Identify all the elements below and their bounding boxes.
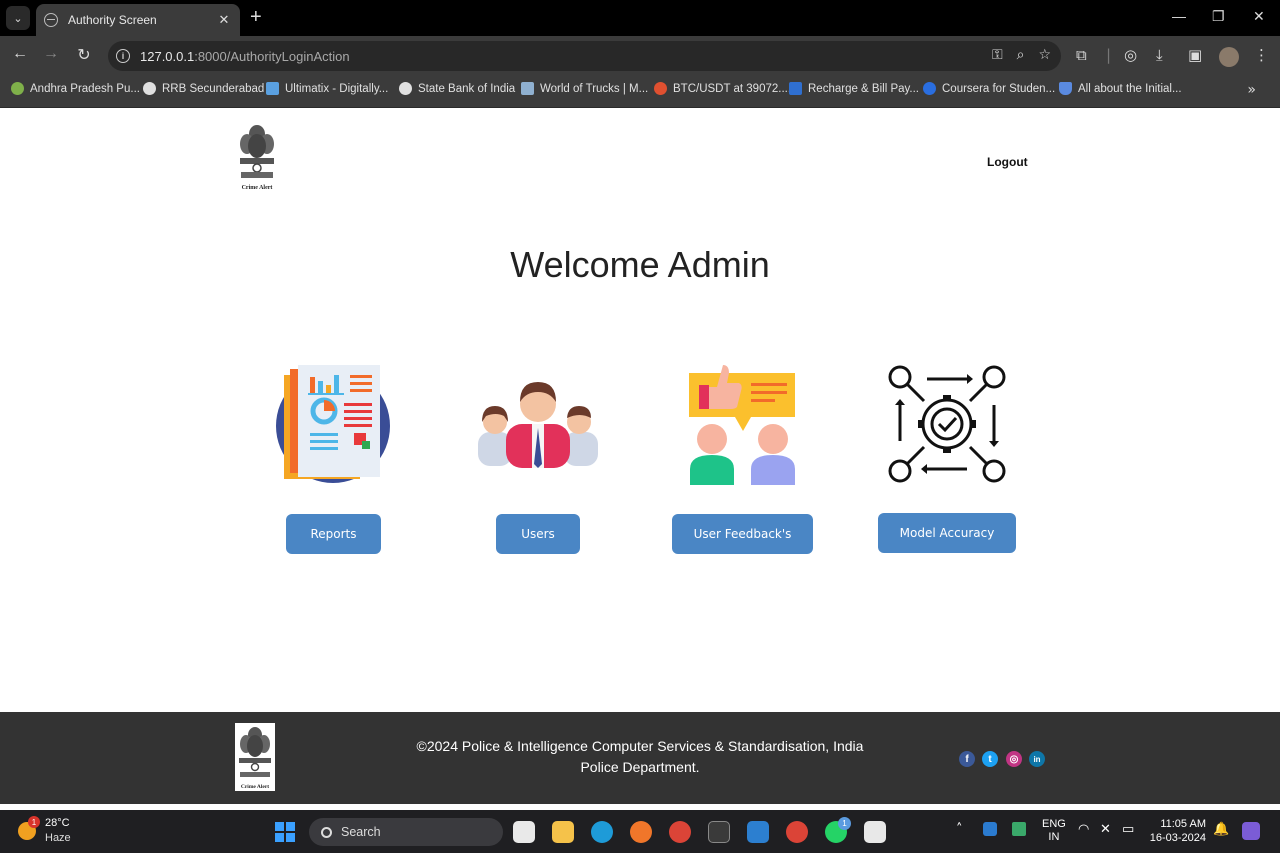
taskbar-search[interactable]: Search xyxy=(309,818,503,846)
back-button[interactable]: ← xyxy=(9,45,31,63)
feedback-icon xyxy=(689,365,795,485)
reports-icon xyxy=(276,365,390,483)
users-icon xyxy=(478,382,598,468)
svg-text:Crime Alert: Crime Alert xyxy=(242,185,273,191)
twitter-icon[interactable]: t xyxy=(982,751,998,767)
wifi-icon[interactable]: ◠ xyxy=(1078,822,1089,837)
toolbar-divider: | xyxy=(1106,46,1112,64)
firefox-icon[interactable] xyxy=(630,821,652,843)
profile-avatar[interactable] xyxy=(1219,47,1239,67)
vscode-icon[interactable] xyxy=(747,821,769,843)
browser-tab-strip: ⌄ Authority Screen ✕ + — ❐ ✕ xyxy=(0,0,1280,36)
bookmark-favicon-icon xyxy=(654,82,667,95)
extensions-icon[interactable]: ⧉ xyxy=(1076,46,1087,64)
bookmark-favicon-icon xyxy=(266,82,279,95)
new-tab-button[interactable]: + xyxy=(250,7,262,27)
password-key-icon[interactable]: ⚿ xyxy=(992,47,1003,63)
bookmark-item[interactable]: All about the Initial... xyxy=(1059,82,1182,95)
edge-icon[interactable] xyxy=(591,821,613,843)
search-label: Search xyxy=(341,825,381,839)
bookmark-item[interactable]: Ultimatix - Digitally... xyxy=(266,82,388,95)
volume-muted-icon[interactable]: ✕ xyxy=(1100,822,1111,837)
close-window-button[interactable]: ✕ xyxy=(1253,8,1265,25)
linkedin-icon[interactable]: in xyxy=(1029,751,1045,767)
bookmark-favicon-icon xyxy=(11,82,24,95)
bookmark-star-icon[interactable]: ☆ xyxy=(1038,47,1051,63)
download-icon[interactable]: ⤓ xyxy=(1156,46,1163,64)
globe-icon xyxy=(44,13,58,27)
model-accuracy-button[interactable]: Model Accuracy xyxy=(878,513,1016,553)
terminal-icon[interactable] xyxy=(708,821,730,843)
search-icon xyxy=(321,826,332,838)
store-icon[interactable] xyxy=(513,821,535,843)
bookmark-favicon-icon xyxy=(143,82,156,95)
bookmark-item[interactable]: Recharge & Bill Pay... xyxy=(789,82,919,95)
reload-button[interactable]: ↻ xyxy=(73,45,95,65)
more-bookmarks-icon[interactable]: » xyxy=(1247,82,1256,98)
menu-icon[interactable]: ⋮ xyxy=(1254,46,1269,64)
forward-button[interactable]: → xyxy=(40,45,62,63)
bookmark-item[interactable]: State Bank of India xyxy=(399,82,515,95)
page-content: Crime Alert Logout Welcome Admin Reports… xyxy=(0,108,1280,712)
footer-emblem-logo: Crime Alert xyxy=(235,723,275,791)
url-host: 127.0.0.1 xyxy=(140,48,195,64)
bookmarks-bar: Andhra Pradesh Pu... RRB Secunderabad Ul… xyxy=(0,76,1280,108)
url-path: :8000/AuthorityLoginAction xyxy=(194,48,350,64)
whatsapp-badge: 1 xyxy=(838,817,851,830)
copilot-icon[interactable] xyxy=(1242,822,1260,840)
active-tab[interactable]: Authority Screen ✕ xyxy=(36,4,240,36)
system-clock[interactable]: 11:05 AM 16-03-2024 xyxy=(1146,817,1206,845)
performance-icon[interactable]: ◎ xyxy=(1124,46,1137,64)
tab-title: Authority Screen xyxy=(68,13,157,27)
users-button[interactable]: Users xyxy=(496,514,580,554)
instagram-icon[interactable]: ◎ xyxy=(1006,751,1022,767)
page-footer: Crime Alert ©2024 Police & Intelligence … xyxy=(0,712,1280,804)
weather-condition[interactable]: Haze xyxy=(45,832,71,844)
start-button[interactable] xyxy=(275,822,295,842)
svg-text:Crime Alert: Crime Alert xyxy=(241,784,269,790)
bookmark-item[interactable]: Andhra Pradesh Pu... xyxy=(11,82,140,95)
windows-taskbar: 1 28°C Haze Search 1 ˄ ENG IN ◠ ✕ ▭ 11:0… xyxy=(0,810,1280,853)
battery-icon[interactable]: ▭ xyxy=(1122,822,1134,837)
bookmark-favicon-icon xyxy=(1059,82,1072,95)
gear-check-icon xyxy=(888,365,1006,483)
defender-icon[interactable] xyxy=(983,822,997,836)
logout-link[interactable]: Logout xyxy=(987,155,1028,169)
national-emblem-logo: Crime Alert xyxy=(240,125,274,191)
user-feedback-button[interactable]: User Feedback's xyxy=(672,514,813,554)
chrome-active-icon[interactable] xyxy=(786,821,808,843)
weather-badge: 1 xyxy=(28,816,40,828)
zoom-icon[interactable]: ⌕ xyxy=(1017,47,1025,63)
bookmark-favicon-icon xyxy=(399,82,412,95)
close-tab-icon[interactable]: ✕ xyxy=(216,13,232,28)
bookmark-item[interactable]: RRB Secunderabad xyxy=(143,82,264,95)
facebook-icon[interactable]: f xyxy=(959,751,975,767)
browser-toolbar: ← → ↻ i 127.0.0.1:8000/AuthorityLoginAct… xyxy=(0,36,1280,76)
bookmark-favicon-icon xyxy=(923,82,936,95)
chrome-icon[interactable] xyxy=(669,821,691,843)
bookmark-favicon-icon xyxy=(521,82,534,95)
welcome-heading: Welcome Admin xyxy=(510,244,770,285)
file-explorer-icon[interactable] xyxy=(552,821,574,843)
tab-search-button[interactable]: ⌄ xyxy=(6,6,30,30)
language-indicator[interactable]: ENG IN xyxy=(1042,818,1066,844)
side-panel-icon[interactable]: ▣ xyxy=(1188,46,1202,64)
footer-copyright: ©2024 Police & Intelligence Computer Ser… xyxy=(416,738,864,775)
address-bar[interactable]: i 127.0.0.1:8000/AuthorityLoginAction ⚿ … xyxy=(108,41,1061,71)
snipping-tool-icon[interactable] xyxy=(864,821,886,843)
bookmark-item[interactable]: BTC/USDT at 39072.... xyxy=(654,82,791,95)
bookmark-favicon-icon xyxy=(789,82,802,95)
restore-button[interactable]: ❐ xyxy=(1212,8,1225,25)
reports-button[interactable]: Reports xyxy=(286,514,381,554)
weather-temperature[interactable]: 28°C xyxy=(45,817,70,829)
site-info-icon[interactable]: i xyxy=(116,49,130,63)
minimize-button[interactable]: — xyxy=(1172,8,1186,24)
bookmark-item[interactable]: World of Trucks | M... xyxy=(521,82,648,95)
notification-bell-icon[interactable]: 🔔 xyxy=(1213,822,1229,837)
app-tray-icon[interactable] xyxy=(1012,822,1026,836)
show-hidden-icons[interactable]: ˄ xyxy=(956,822,963,837)
bookmark-item[interactable]: Coursera for Studen... xyxy=(923,82,1055,95)
